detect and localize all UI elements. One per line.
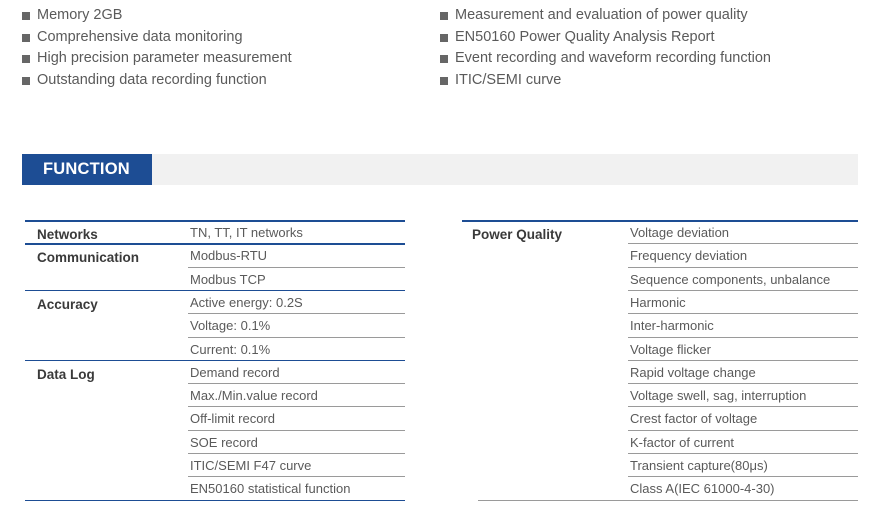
row-divider [628, 313, 858, 315]
square-bullet-icon [22, 77, 30, 86]
square-bullet-icon [22, 12, 30, 20]
square-bullet-icon [440, 55, 448, 64]
square-bullet-icon [440, 12, 448, 20]
section-divider [462, 220, 858, 222]
section-divider [25, 220, 405, 222]
spec-label: Communication [37, 250, 140, 266]
row-divider [478, 499, 858, 501]
spec-value: Active energy: 0.2S [190, 294, 303, 310]
section-title: FUNCTION [43, 160, 130, 178]
spec-value: Max./Min.value record [190, 388, 318, 404]
row-divider [628, 429, 858, 431]
square-bullet-icon [440, 77, 448, 86]
section-divider [25, 243, 405, 245]
spec-value: K-factor of current [630, 434, 735, 450]
section-divider [25, 289, 405, 292]
feature-item: EN50160 Power Quality Analysis Report [440, 27, 771, 49]
row-divider [188, 453, 405, 454]
row-divider [188, 406, 405, 408]
feature-text: Outstanding data recording function [37, 72, 267, 89]
row-divider [628, 266, 858, 268]
spec-value: EN50160 statistical function [190, 481, 351, 497]
feature-column-left: Memory 2GB Comprehensive data monitoring… [22, 5, 292, 92]
spec-value: Demand record [190, 364, 280, 380]
spec-value: Crest factor of voltage [630, 411, 758, 427]
spec-value: Voltage flicker [630, 341, 711, 357]
spec-value: Voltage deviation [630, 225, 730, 240]
section-header: FUNCTION [22, 154, 858, 185]
square-bullet-icon [22, 55, 30, 64]
spec-label: Accuracy [37, 296, 98, 312]
spec-value: Off-limit record [190, 411, 275, 427]
section-tab: FUNCTION [22, 154, 152, 185]
spec-value: Frequency deviation [630, 248, 748, 264]
spec-value: SOE record [190, 434, 258, 450]
spec-value: Sequence components, unbalance [630, 271, 831, 287]
feature-text: Measurement and evaluation of power qual… [455, 7, 748, 23]
row-divider [188, 313, 405, 315]
square-bullet-icon [22, 33, 30, 42]
spec-value: Harmonic [630, 294, 686, 310]
row-divider [628, 359, 858, 361]
spec-value: Voltage: 0.1% [190, 318, 271, 334]
row-divider [628, 243, 858, 245]
row-divider [188, 383, 405, 385]
row-divider [628, 406, 858, 408]
spec-label: Power Quality [472, 227, 563, 242]
feature-item: ITIC/SEMI curve [440, 70, 771, 92]
row-divider [188, 429, 405, 431]
feature-item: Measurement and evaluation of power qual… [440, 5, 771, 27]
spec-value: Current: 0.1% [190, 341, 271, 357]
feature-item: Memory 2GB [22, 5, 292, 27]
square-bullet-icon [440, 33, 448, 42]
spec-value: Modbus-RTU [190, 248, 268, 264]
feature-item: Comprehensive data monitoring [22, 27, 292, 49]
spec-label: Data Log [37, 366, 95, 382]
feature-text: Memory 2GB [37, 7, 123, 23]
feature-text: EN50160 Power Quality Analysis Report [455, 28, 715, 45]
row-divider [628, 476, 858, 478]
row-divider [188, 266, 405, 268]
spec-value: Class A(IEC 61000-4-30) [630, 481, 775, 497]
spec-value: Transient capture(80μs) [630, 458, 768, 473]
feature-column-right: Measurement and evaluation of power qual… [440, 5, 771, 92]
row-divider [628, 336, 858, 338]
section-divider [25, 359, 405, 362]
spec-value: Rapid voltage change [630, 364, 756, 380]
feature-item: Outstanding data recording function [22, 70, 292, 92]
spec-value: TN, TT, IT networks [190, 225, 303, 240]
row-divider [188, 476, 405, 478]
page: Memory 2GB Comprehensive data monitoring… [0, 0, 873, 530]
row-divider [188, 336, 405, 338]
feature-item: Event recording and waveform recording f… [440, 48, 771, 70]
feature-item: High precision parameter measurement [22, 48, 292, 70]
spec-label: Networks [37, 227, 98, 242]
feature-text: Event recording and waveform recording f… [455, 50, 771, 67]
spec-value: Inter-harmonic [630, 318, 714, 334]
spec-value: Voltage swell, sag, interruption [630, 388, 807, 404]
spec-value: ITIC/SEMI F47 curve [190, 458, 312, 473]
section-divider [25, 499, 405, 502]
feature-text: High precision parameter measurement [37, 50, 292, 67]
row-divider [628, 453, 858, 454]
feature-text: ITIC/SEMI curve [455, 72, 562, 89]
spec-value: Modbus TCP [190, 271, 266, 287]
feature-text: Comprehensive data monitoring [37, 28, 243, 45]
row-divider [628, 383, 858, 385]
row-divider [628, 289, 858, 291]
